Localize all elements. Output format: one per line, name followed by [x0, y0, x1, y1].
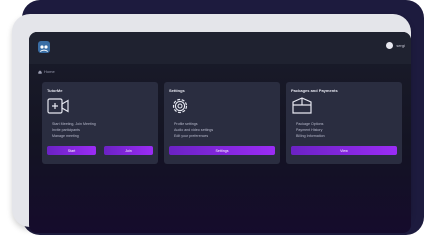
gear-icon [172, 98, 188, 114]
package-box-icon [292, 97, 312, 114]
card-title: Settings [169, 88, 185, 93]
card-title: TutorMe [47, 88, 63, 93]
feature-list: Package Options Payment History Billing … [296, 121, 325, 139]
tablet-frame: sergi Home TutorMe Start Meeting, Join M… [12, 14, 411, 233]
breadcrumb[interactable]: Home [38, 69, 55, 74]
card-packages: Packages and Payments Package Options Pa… [286, 82, 402, 164]
home-icon [38, 69, 42, 74]
card-settings: Settings Profile settings Audio and vide… [164, 82, 280, 164]
app-screen: sergi Home TutorMe Start Meeting, Join M… [29, 32, 411, 233]
video-camera-plus-icon [47, 98, 69, 114]
top-bar: sergi [29, 32, 411, 64]
card-tutorme: TutorMe Start Meeting, Join Meeting Invi… [42, 82, 158, 164]
start-button[interactable]: Start [47, 146, 96, 155]
card-title: Packages and Payments [291, 88, 338, 93]
avatar [386, 42, 394, 49]
list-item: Edit your preferences [174, 134, 209, 138]
app-logo[interactable] [38, 41, 50, 53]
list-item: Billing Information [296, 134, 325, 138]
join-button[interactable]: Join [104, 146, 153, 155]
settings-button[interactable]: Settings [169, 146, 275, 155]
logo-icon [39, 45, 49, 52]
feature-list: Profile settings Audio and video setting… [174, 121, 213, 139]
list-item: Manage meeting [52, 134, 79, 138]
breadcrumb-label: Home [44, 69, 55, 74]
feature-list: Start Meeting, Join Meeting Invite parti… [52, 121, 96, 139]
user-menu[interactable]: sergi [386, 42, 405, 49]
username-label: sergi [396, 43, 405, 48]
view-button[interactable]: View [291, 146, 397, 155]
